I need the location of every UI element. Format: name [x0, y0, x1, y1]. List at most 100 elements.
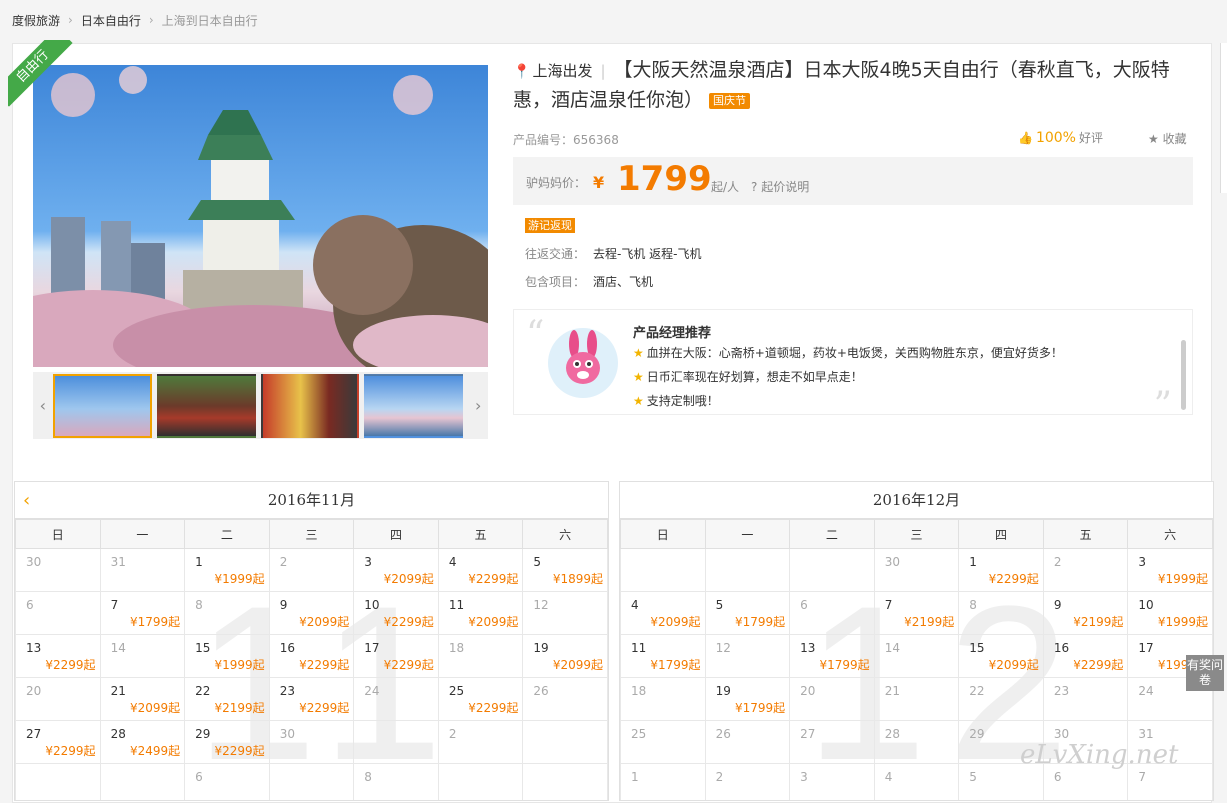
day-number: 28: [884, 727, 900, 741]
calendar-day-cell[interactable]: 9 ¥2099起: [268, 591, 355, 635]
calendar-day-cell[interactable]: 13 ¥2299起: [15, 634, 101, 678]
day-number: 17: [364, 641, 380, 655]
calendar-day-cell: 30: [268, 720, 355, 764]
calendar-day-cell[interactable]: 4 ¥2099起: [620, 591, 706, 635]
thumbnail-4[interactable]: [364, 373, 464, 438]
watermark-logo: eLvXing.net: [1020, 740, 1179, 770]
breadcrumb-item-vacation[interactable]: 度假旅游: [12, 12, 60, 29]
calendar-day-cell: 1: [620, 763, 706, 800]
calendar-day-cell: 6: [15, 591, 101, 635]
thumb-prev-arrow-icon[interactable]: ‹: [33, 396, 53, 415]
include-label: 包含项目：: [525, 275, 586, 289]
calendar-day-cell: 28: [873, 720, 960, 764]
calendar-day-cell: [620, 548, 706, 592]
day-price: ¥1999起: [214, 572, 265, 586]
day-price: ¥2299起: [299, 658, 350, 672]
thumbnail-1[interactable]: [52, 373, 152, 438]
calendar-day-cell[interactable]: 21 ¥2099起: [99, 677, 186, 721]
departure-city[interactable]: 📍 上海出发: [513, 62, 592, 80]
calendar-day-cell[interactable]: 1 ¥1999起: [184, 548, 270, 592]
calendar-day-cell[interactable]: 27 ¥2299起: [15, 720, 101, 764]
breadcrumb-item-japan[interactable]: 日本自由行: [81, 12, 141, 29]
calendar-day-cell[interactable]: 15 ¥1999起: [184, 634, 270, 678]
calendar-day-cell[interactable]: 1 ¥2299起: [958, 548, 1044, 592]
day-number: 6: [800, 598, 808, 612]
calendar-day-cell[interactable]: 3 ¥2099起: [353, 548, 439, 592]
calendar-day-cell[interactable]: 10 ¥1999起: [1127, 591, 1213, 635]
day-price: ¥1799起: [819, 658, 870, 672]
calendar-week-row: 68: [15, 763, 608, 800]
calendar-week-row: 11 ¥1799起 12 13 ¥1799起 14 15 ¥2099起 16 ¥2299起 17 ¥1…: [620, 634, 1213, 678]
recommend-item: ★ 支持定制哦！: [633, 394, 719, 408]
calendar-day-cell[interactable]: 19 ¥2099起: [522, 634, 608, 678]
day-number: 5: [715, 598, 724, 612]
thumbnail-3[interactable]: [260, 373, 360, 438]
calendar-day-cell: 3: [789, 763, 875, 800]
calendar-day-cell: 24: [353, 677, 439, 721]
day-price: ¥2299起: [468, 701, 519, 715]
weekday-header: 六: [1127, 519, 1213, 549]
day-number: 24: [364, 684, 380, 698]
weekday-header: 四: [353, 519, 439, 549]
free-travel-ribbon: 自由行: [8, 40, 80, 112]
calendar-day-cell[interactable]: 25 ¥2299起: [437, 677, 524, 721]
day-number: 2: [279, 555, 288, 569]
day-price: ¥1799起: [650, 658, 701, 672]
main-product-image[interactable]: [33, 65, 488, 367]
rating[interactable]: 👍 100% 好评: [1018, 129, 1103, 146]
calendar-day-cell[interactable]: 5 ¥1799起: [704, 591, 791, 635]
thumbnail-strip: ‹ ›: [33, 372, 488, 439]
calendar-day-cell: 21: [873, 677, 960, 721]
calendar-day-cell[interactable]: 10 ¥2299起: [353, 591, 439, 635]
calendar-day-cell[interactable]: 28 ¥2499起: [99, 720, 186, 764]
day-number: 7: [110, 598, 119, 612]
calendar-day-cell: 26: [522, 677, 608, 721]
calendar-day-cell: [789, 548, 875, 592]
thumb-next-arrow-icon[interactable]: ›: [468, 396, 488, 415]
day-price: ¥2199起: [1073, 615, 1124, 629]
calendar-day-cell[interactable]: 13 ¥1799起: [789, 634, 875, 678]
calendar-day-cell[interactable]: 4 ¥2299起: [437, 548, 524, 592]
favorite-button[interactable]: ★ 收藏: [1148, 130, 1187, 147]
day-number: 31: [110, 555, 126, 569]
prev-month-arrow-icon[interactable]: ‹: [23, 482, 30, 519]
calendar-day-cell[interactable]: 19 ¥1799起: [704, 677, 791, 721]
day-number: 10: [1138, 598, 1154, 612]
calendar-day-cell[interactable]: 22 ¥2199起: [184, 677, 270, 721]
calendar-day-cell[interactable]: 7 ¥2199起: [873, 591, 960, 635]
calendar-week-row: 4 ¥2099起 5 ¥1799起 6 7 ¥2199起 8 9 ¥2199起 10 ¥1999起: [620, 591, 1213, 635]
calendar-day-cell: 2: [268, 548, 355, 592]
day-number: 30: [26, 555, 42, 569]
day-number: 31: [1138, 727, 1154, 741]
day-price: ¥2299起: [45, 658, 96, 672]
recommend-scrollbar[interactable]: [1181, 340, 1186, 410]
price-explain-link[interactable]: ? 起价说明: [751, 178, 809, 195]
day-number: 28: [110, 727, 126, 741]
calendar-day-cell[interactable]: 17 ¥2299起: [353, 634, 439, 678]
calendar-day-cell[interactable]: 16 ¥2299起: [268, 634, 355, 678]
day-number: 22: [969, 684, 985, 698]
calendar-day-cell[interactable]: 3 ¥1999起: [1127, 548, 1213, 592]
calendar-day-cell[interactable]: 11 ¥2099起: [437, 591, 524, 635]
calendar-day-cell[interactable]: 16 ¥2299起: [1042, 634, 1129, 678]
calendar-day-cell[interactable]: 23 ¥2299起: [268, 677, 355, 721]
calendar-day-cell[interactable]: 5 ¥1899起: [522, 548, 608, 592]
calendar-day-cell[interactable]: 9 ¥2199起: [1042, 591, 1129, 635]
calendar-day-cell[interactable]: 15 ¥2099起: [958, 634, 1044, 678]
day-price: ¥2299起: [1073, 658, 1124, 672]
star-icon: ★: [633, 370, 644, 384]
day-number: 13: [26, 641, 42, 655]
thumbnail-2[interactable]: [156, 373, 256, 438]
day-price: ¥2299起: [988, 572, 1039, 586]
calendar-day-cell: [353, 720, 439, 764]
survey-button[interactable]: 有奖问卷: [1186, 655, 1224, 691]
day-price: ¥1999起: [1157, 572, 1208, 586]
day-number: 14: [110, 641, 126, 655]
traffic-value: 去程-飞机 返程-飞机: [593, 247, 702, 261]
calendar-day-cell[interactable]: 7 ¥1799起: [99, 591, 186, 635]
calendar-day-cell[interactable]: 11 ¥1799起: [620, 634, 706, 678]
calendar-day-cell[interactable]: 29 ¥2299起: [184, 720, 270, 764]
calendar-month-title: ‹ 2016年11月: [15, 482, 608, 519]
day-price: ¥2199起: [904, 615, 955, 629]
product-title-text: 【大阪天然温泉酒店】日本大阪4晚5天自由行（春秋直飞，大阪特惠，酒店温泉任你泡）: [513, 59, 1170, 111]
